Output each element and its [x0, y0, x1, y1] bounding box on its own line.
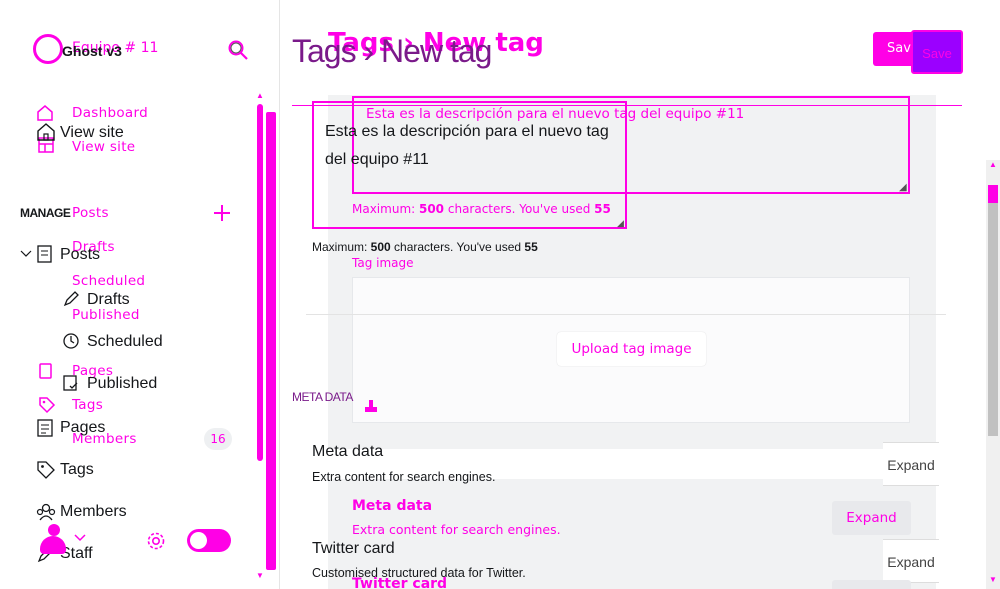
description-text-b: Esta es la descripción para el nuevo tag… [325, 123, 609, 168]
logo-text-a: Ghost v3 [62, 43, 122, 59]
sidebar-item-posts-a[interactable]: Posts [72, 205, 109, 221]
meta-data-desc: Extra content for search engines. [312, 470, 496, 484]
posts-icon [36, 244, 54, 264]
twitter-card-expand-button-b[interactable] [832, 580, 911, 589]
sidebar-item-members[interactable]: Members [60, 503, 127, 521]
sidebar-item-pages[interactable]: Pages [60, 419, 105, 437]
sidebar-scrollbar-b[interactable] [266, 112, 276, 570]
meta-section-heading: META DATA [292, 390, 353, 404]
members-count-badge: 16 [204, 428, 232, 450]
description-counter-b: Maximum: 500 characters. You've used 55 [312, 240, 538, 254]
members-icon [36, 502, 56, 522]
home-icon [36, 122, 56, 142]
sidebar-item-scheduled-a[interactable]: Scheduled [72, 273, 145, 289]
scheduled-icon [62, 332, 80, 350]
add-post-icon[interactable] [213, 204, 231, 222]
sidebar-item-tags-a[interactable]: Tags [72, 397, 103, 413]
sidebar-item-drafts[interactable]: Drafts [87, 291, 130, 309]
main-content: Tags › New tag Tags › New tag Save Save … [281, 0, 1000, 589]
description-textarea-b[interactable]: Esta es la descripción para el nuevo tag… [312, 101, 627, 229]
upload-icon[interactable] [364, 399, 378, 413]
search-icon[interactable] [226, 38, 250, 62]
dashboard-icon [36, 104, 54, 122]
sidebar-item-published-a[interactable]: Published [72, 307, 140, 323]
sidebar-scrollbar[interactable]: ▲ ▼ [256, 92, 264, 581]
description-resize-handle-b[interactable]: ◢ [617, 218, 624, 229]
upload-tag-image-button[interactable]: Upload tag image [557, 332, 706, 366]
logo-icon [33, 34, 63, 64]
save-button-b[interactable]: Save [911, 30, 963, 74]
meta-data-expand-button[interactable]: Expand [883, 442, 939, 486]
tag-icon-a [38, 396, 56, 414]
pages-icon [38, 362, 54, 380]
published-icon [62, 374, 80, 392]
avatar[interactable] [38, 524, 70, 556]
meta-data-desc-b: Extra content for search engines. [352, 522, 561, 537]
sidebar-item-dashboard[interactable]: Dashboard [72, 105, 148, 121]
sidebar-item-view-site[interactable]: View site [60, 124, 124, 142]
meta-data-title: Meta data [312, 443, 384, 460]
page-title-text-b: New tag [381, 33, 492, 69]
tag-image-label: Tag image [352, 256, 414, 270]
sidebar: Equipo # 11 Ghost v3 Dashboard View site… [0, 0, 280, 589]
breadcrumb-tags-link-b[interactable]: Tags [292, 33, 357, 69]
sidebar-item-posts[interactable]: Posts [60, 246, 100, 264]
user-menu-chevron-icon[interactable] [73, 533, 87, 543]
section-divider [306, 314, 946, 315]
sidebar-item-scheduled[interactable]: Scheduled [87, 333, 163, 351]
sidebar-item-published[interactable]: Published [87, 375, 157, 393]
drafts-icon [62, 290, 80, 308]
posts-chevron-icon[interactable] [20, 249, 32, 259]
pages-icon-b [36, 418, 56, 438]
night-mode-toggle[interactable] [187, 529, 231, 552]
page-title-b: Tags › New tag [292, 33, 492, 70]
manage-heading: MANAGE [20, 206, 71, 220]
twitter-card-title: Twitter card [312, 540, 395, 557]
twitter-card-title-b: Twitter card [352, 576, 448, 589]
description-resize-handle[interactable]: ◢ [899, 182, 907, 193]
settings-gear-icon[interactable] [145, 530, 167, 552]
save-button-b-label: Save [922, 46, 952, 61]
breadcrumb-separator-b: › [363, 33, 374, 69]
main-scrollbar[interactable]: ▲ ▼ [986, 160, 1000, 589]
tag-icon [36, 460, 56, 480]
sidebar-item-tags[interactable]: Tags [60, 461, 94, 479]
meta-data-title-b: Meta data [352, 498, 433, 514]
twitter-card-expand-button[interactable]: Expand [883, 539, 939, 583]
meta-data-expand-button-b[interactable]: Expand [832, 501, 911, 535]
upload-tag-image-label: Upload tag image [571, 341, 692, 357]
